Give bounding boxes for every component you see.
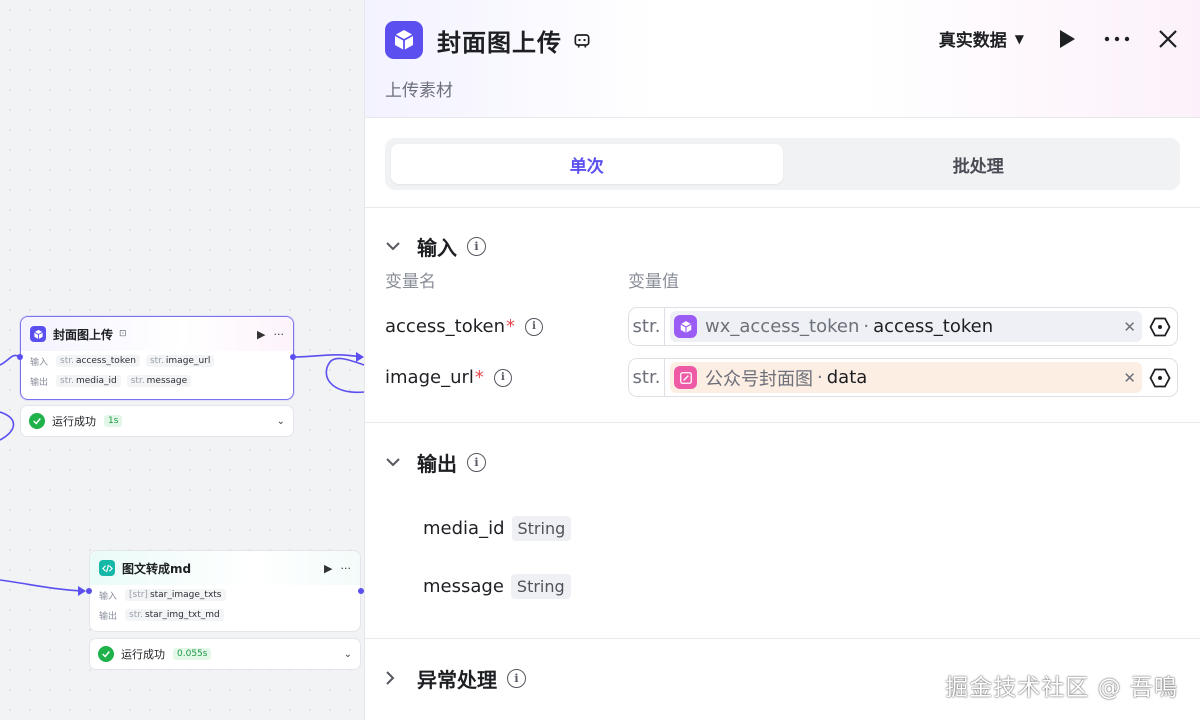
node-header: 图文转成md ▶ ··· [90,551,360,585]
run-status-card[interactable]: 运行成功 0.055s ⌄ [89,638,361,670]
chevron-down-icon[interactable]: ⌄ [277,416,285,427]
param-chip: str. image_url [145,355,215,367]
node-inputs-row: 输入 str. access_token str. image_url [21,351,293,371]
more-icon[interactable]: ··· [274,328,285,341]
edge-node1-out [292,353,363,358]
info-icon[interactable]: i [525,317,543,336]
code-icon [99,560,115,576]
check-circle-icon [98,646,114,662]
node-outputs-row: 输出 str. media_id str. message [21,371,293,391]
section-title: 异常处理 [417,667,497,692]
robot-icon [572,30,592,50]
tab-single[interactable]: 单次 [391,144,783,184]
panel-header: 封面图上传 真实数据 ▼ 上传素材 [365,0,1200,118]
param-chip: [str] star_image_txts [125,589,226,601]
type-tag: String [510,573,571,599]
variable-reference-chip[interactable]: wx_access_token · access_token ✕ [670,311,1142,342]
section-title: 输入 [417,235,457,260]
time-badge: 1s [104,415,123,427]
var-row-access-token: access_token * i str. wx_access_token · a… [385,301,1180,352]
status-text: 运行成功 [121,648,165,661]
close-icon[interactable] [1158,29,1178,49]
run-node-button[interactable]: ▶ [257,328,265,341]
param-chip: str. access_token [56,355,140,367]
edge-arrow-2 [78,586,86,596]
more-icon[interactable]: ··· [341,562,352,575]
workflow-canvas[interactable]: 封面图上传 ⊡ ▶ ··· 输入 str. access_token str. im… [0,0,364,720]
input-port[interactable] [86,588,92,594]
node-outputs-row: 输出 str. star_img_txt_md [90,605,360,625]
output-section: 输出 i media_id String message String [365,423,1200,639]
node-title: 图文转成md [122,561,192,576]
link-variable-icon[interactable] [1149,316,1171,338]
tab-batch[interactable]: 批处理 [783,144,1175,184]
more-icon[interactable] [1104,36,1130,42]
node-header: 封面图上传 ⊡ ▶ ··· [21,317,293,351]
clear-icon[interactable]: ✕ [1123,318,1136,336]
cube-icon [30,326,46,342]
caret-down-icon: ▼ [1014,31,1024,46]
edge-arrow-1 [356,352,364,362]
var-value-field[interactable]: str. 公众号封面图 · data ✕ [628,358,1178,397]
type-label: str. [629,308,665,345]
output-row: message String [385,557,1180,615]
run-status-card[interactable]: 运行成功 1s ⌄ [20,405,294,437]
chevron-down-icon[interactable] [385,241,403,251]
node-detail-panel: 封面图上传 真实数据 ▼ 上传素材 单次 批处理 输入 i 变量名 变量值 ac… [364,0,1200,720]
info-icon[interactable]: i [467,452,486,472]
var-row-image-url: image_url * i str. 公众号封面图 · data ✕ [385,352,1180,403]
node-inputs-row: 输入 [str] star_image_txts [90,585,360,605]
run-node-button[interactable]: ▶ [324,562,332,575]
status-text: 运行成功 [52,415,96,428]
variable-reference-chip[interactable]: 公众号封面图 · data ✕ [670,362,1142,393]
output-row: media_id String [385,499,1180,557]
type-tag: String [511,515,572,541]
info-icon[interactable]: i [507,668,526,688]
panel-title: 封面图上传 [437,28,562,57]
info-icon[interactable]: i [467,236,486,256]
edge-loop [325,357,364,393]
chevron-down-icon[interactable] [385,457,403,467]
section-title: 输出 [417,451,457,476]
run-button[interactable] [1058,29,1076,49]
input-section: 输入 i 变量名 变量值 access_token * i str. wx_acc… [365,208,1200,423]
data-mode-select[interactable]: 真实数据 ▼ [939,26,1024,51]
node-title: 封面图上传 [53,327,114,342]
link-variable-icon[interactable] [1149,367,1171,389]
run-mode-tabs: 单次 批处理 [385,138,1180,190]
edge-into-node2 [0,579,85,592]
info-icon[interactable]: i [493,368,512,387]
chevron-down-icon[interactable]: ⌄ [344,649,352,660]
robot-icon: ⊡ [119,329,127,339]
output-port[interactable] [290,354,296,360]
check-circle-icon [29,413,45,429]
param-chip: str. media_id [56,375,121,387]
column-headers: 变量名 变量值 [385,271,679,292]
node-cover-upload[interactable]: 封面图上传 ⊡ ▶ ··· 输入 str. access_token str. im… [20,316,294,400]
watermark: 掘金技术社区 @ 吾鳴 [945,675,1178,701]
param-chip: str. star_img_txt_md [125,609,224,621]
var-value-field[interactable]: str. wx_access_token · access_token ✕ [628,307,1178,346]
edge-loop-left [0,411,15,441]
cube-icon [674,315,697,338]
clear-icon[interactable]: ✕ [1123,369,1136,387]
cube-icon [385,21,423,59]
panel-subtitle: 上传素材 [385,81,453,101]
input-port[interactable] [17,354,23,360]
time-badge: 0.055s [173,648,212,660]
param-chip: str. message [126,375,192,387]
image-edit-icon [674,366,697,389]
chevron-right-icon[interactable] [385,670,403,686]
type-label: str. [629,359,665,396]
node-imgtxt-to-md[interactable]: 图文转成md ▶ ··· 输入 [str] star_image_txts 输出 … [89,550,361,632]
